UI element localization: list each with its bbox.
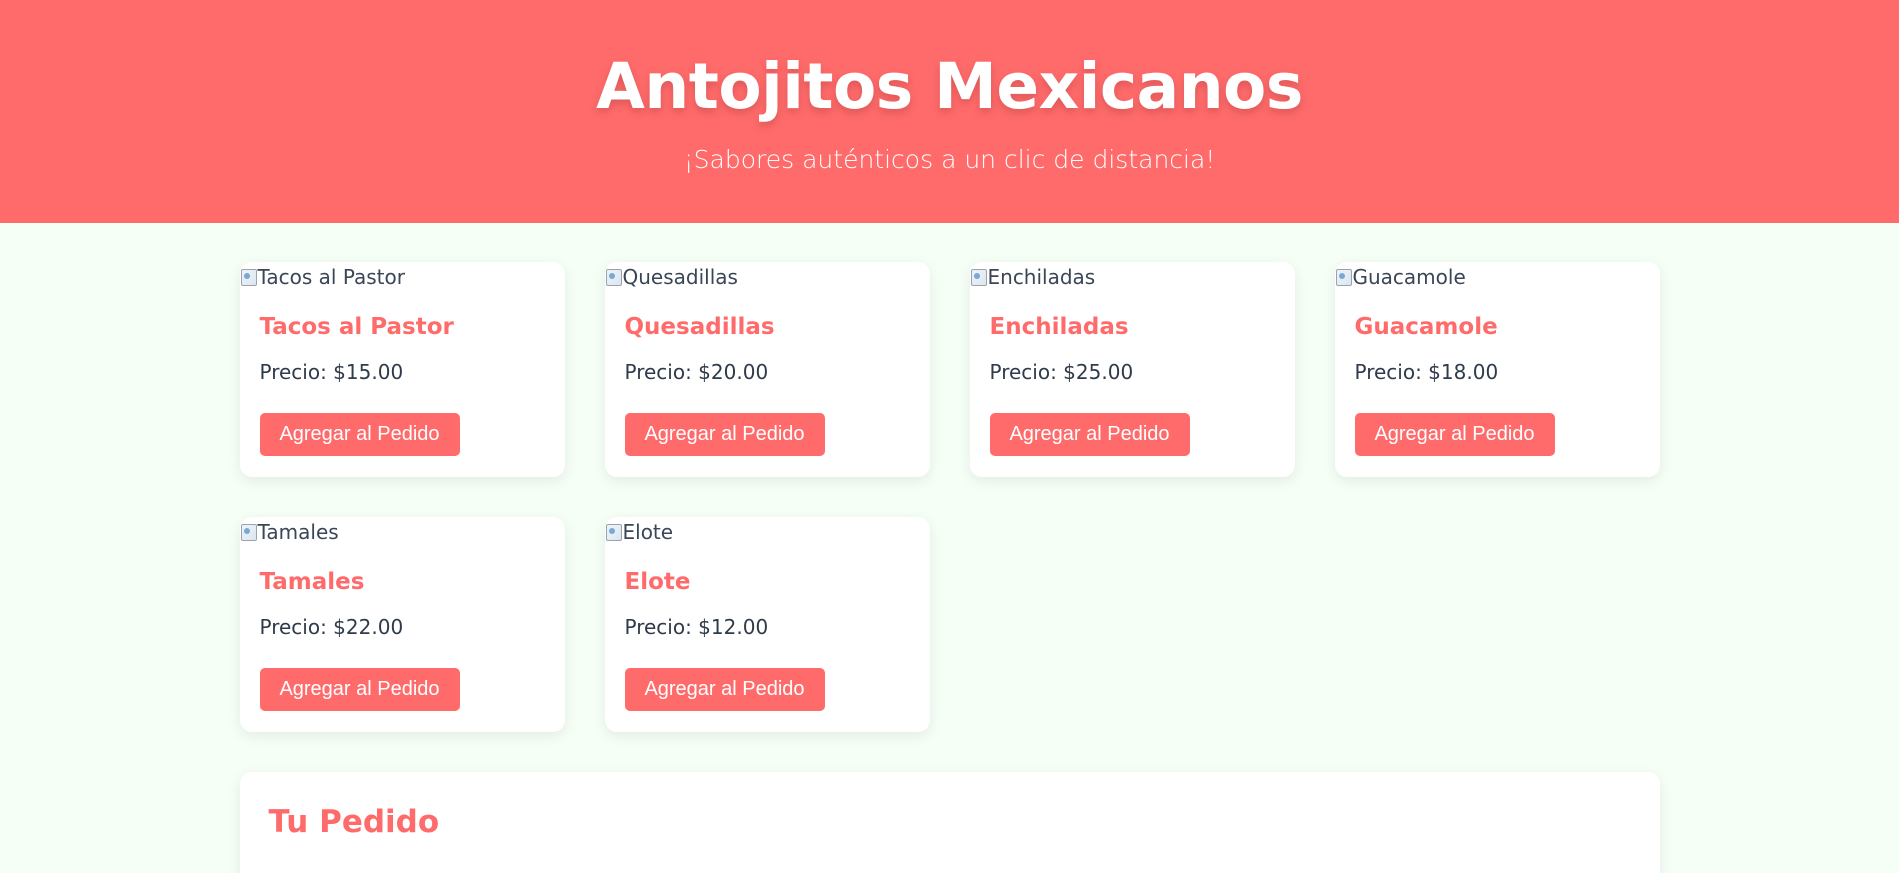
product-image: Guacamole [1335, 262, 1660, 292]
product-card: Guacamole Guacamole Precio: $18.00 Agreg… [1334, 262, 1660, 477]
add-to-order-button[interactable]: Agregar al Pedido [624, 668, 825, 711]
product-price: Precio: $20.00 [624, 360, 769, 384]
product-image: Tamales [240, 517, 565, 547]
broken-image-icon [1335, 267, 1353, 287]
product-image-alt-text: Guacamole [1352, 265, 1466, 289]
product-image-alt-text: Quesadillas [622, 265, 738, 289]
product-price: Precio: $12.00 [624, 615, 769, 639]
product-image: Enchiladas [970, 262, 1295, 292]
product-price: Precio: $15.00 [259, 360, 404, 384]
add-to-order-button[interactable]: Agregar al Pedido [259, 413, 460, 456]
product-card: Quesadillas Quesadillas Precio: $20.00 A… [604, 262, 930, 477]
page-header: Antojitos Mexicanos ¡Sabores auténticos … [0, 0, 1899, 223]
product-image-alt-text: Tamales [257, 520, 339, 544]
product-price: Precio: $18.00 [1354, 360, 1499, 384]
page-title: Antojitos Mexicanos [596, 50, 1303, 123]
broken-image-icon [970, 267, 988, 287]
product-name: Tacos al Pastor [259, 314, 454, 340]
product-price: Precio: $22.00 [259, 615, 404, 639]
page-subtitle: ¡Sabores auténticos a un clic de distanc… [683, 145, 1216, 174]
add-to-order-button[interactable]: Agregar al Pedido [1354, 413, 1555, 456]
product-name: Quesadillas [624, 314, 775, 340]
product-card: Enchiladas Enchiladas Precio: $25.00 Agr… [969, 262, 1295, 477]
product-image: Tacos al Pastor [240, 262, 565, 292]
product-name: Elote [624, 569, 691, 595]
product-card: Tacos al Pastor Tacos al Pastor Precio: … [239, 262, 565, 477]
product-image-alt-text: Enchiladas [987, 265, 1096, 289]
broken-image-icon [605, 267, 623, 287]
order-panel: Tu Pedido [239, 772, 1660, 873]
broken-image-icon [240, 522, 258, 542]
order-title: Tu Pedido [268, 804, 440, 840]
add-to-order-button[interactable]: Agregar al Pedido [259, 668, 460, 711]
product-name: Tamales [259, 569, 365, 595]
product-name: Guacamole [1354, 314, 1498, 340]
product-card: Elote Elote Precio: $12.00 Agregar al Pe… [604, 517, 930, 732]
product-grid: Tacos al Pastor Tacos al Pastor Precio: … [239, 262, 1660, 732]
product-image-alt-text: Tacos al Pastor [257, 265, 405, 289]
product-name: Enchiladas [989, 314, 1129, 340]
broken-image-icon [240, 267, 258, 287]
product-image: Elote [605, 517, 930, 547]
broken-image-icon [605, 522, 623, 542]
product-image-alt-text: Elote [622, 520, 674, 544]
product-card: Tamales Tamales Precio: $22.00 Agregar a… [239, 517, 565, 732]
product-price: Precio: $25.00 [989, 360, 1134, 384]
main-content: Tacos al Pastor Tacos al Pastor Precio: … [239, 262, 1660, 873]
product-image: Quesadillas [605, 262, 930, 292]
add-to-order-button[interactable]: Agregar al Pedido [624, 413, 825, 456]
add-to-order-button[interactable]: Agregar al Pedido [989, 413, 1190, 456]
